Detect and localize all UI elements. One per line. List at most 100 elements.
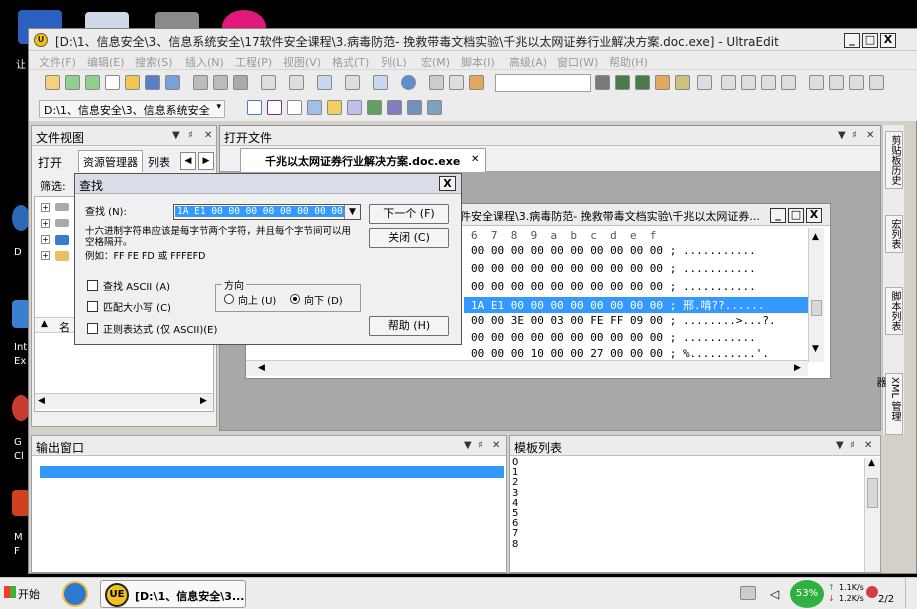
tab-xml-manager[interactable]: XML 管理器 (874, 373, 903, 435)
scroll-down-icon[interactable]: ▼ (812, 344, 819, 354)
menu-insert[interactable]: 插入(N) (185, 54, 224, 70)
pin-icon[interactable]: ♯ (188, 130, 193, 141)
pin-dropdown-icon[interactable]: ▼ (836, 440, 844, 451)
match-case-checkbox[interactable] (87, 301, 98, 312)
scroll-thumb[interactable] (867, 478, 878, 508)
align-left-icon[interactable] (741, 75, 756, 90)
close-icon[interactable]: ✕ (204, 130, 212, 141)
hex-row[interactable]: 00 00 00 00 00 00 00 00 00 00 ; ........… (471, 280, 756, 293)
help-icon[interactable] (327, 100, 342, 115)
java-icon[interactable] (407, 100, 422, 115)
list-item[interactable]: 6 (512, 519, 860, 529)
close-button[interactable]: X (439, 176, 456, 191)
close-icon[interactable]: ✕ (866, 130, 874, 141)
hex-row-selected[interactable]: 1A E1 00 00 00 00 00 00 00 00 ; 邢.啃??...… (464, 297, 808, 313)
list-item[interactable]: 4 (512, 498, 860, 509)
tree-expand-icon[interactable]: + (41, 203, 50, 212)
copy-icon[interactable] (449, 75, 464, 90)
title-bar[interactable]: U [D:\1、信息安全\3、信息系统安全\17软件安全课程\3.病毒防范- 挽… (29, 29, 917, 51)
maximize-button[interactable]: □ (788, 208, 804, 223)
cut-icon[interactable] (429, 75, 444, 90)
tab-clipboard-history[interactable]: 剪贴板历史 (885, 131, 903, 189)
document-icon[interactable] (373, 75, 388, 90)
pin-dropdown-icon[interactable]: ▼ (838, 130, 846, 141)
list-item[interactable]: 5 (512, 508, 860, 519)
pin-icon[interactable]: ♯ (850, 440, 855, 451)
print-preview-icon[interactable] (213, 75, 228, 90)
new-file-icon[interactable] (45, 75, 60, 90)
split-v-icon[interactable] (849, 75, 864, 90)
open-folder-icon[interactable] (125, 75, 140, 90)
scroll-right-icon[interactable]: ▶ (200, 396, 207, 406)
list-item[interactable]: 8 (512, 539, 860, 550)
pin-dropdown-icon[interactable]: ▼ (464, 440, 472, 451)
align-center-icon[interactable] (761, 75, 776, 90)
find-next-button[interactable]: 下一个 (F) (369, 204, 449, 224)
pin-icon[interactable]: ♯ (478, 440, 483, 451)
close-tab-icon[interactable]: ✕ (471, 154, 479, 165)
tag-icon[interactable] (345, 75, 360, 90)
menu-advanced[interactable]: 高级(A) (509, 54, 547, 70)
menu-edit[interactable]: 编辑(E) (87, 54, 125, 70)
vertical-scrollbar[interactable]: ▲ (864, 458, 880, 572)
forward-icon[interactable] (85, 75, 100, 90)
tree-expand-icon[interactable]: + (41, 219, 50, 228)
help-button[interactable]: 帮助 (H) (369, 316, 449, 336)
vertical-scrollbar[interactable]: ▲ ▼ (808, 228, 824, 362)
menu-search[interactable]: 搜索(S) (135, 54, 173, 70)
tab-script-list[interactable]: 脚本列表 (885, 287, 903, 335)
php-icon[interactable] (347, 100, 362, 115)
ie-taskbar-icon[interactable] (62, 581, 88, 607)
volume-icon[interactable]: ◁ (770, 587, 779, 601)
hex-row[interactable]: 00 00 3E 00 03 00 FE FF 09 00 ; ........… (471, 314, 776, 327)
scroll-up-icon[interactable]: ▲ (812, 232, 819, 242)
tab-open[interactable]: 打开 (38, 154, 62, 171)
replace-icon[interactable] (655, 75, 670, 90)
menu-view[interactable]: 视图(V) (283, 54, 321, 70)
close-button[interactable]: X (806, 208, 822, 223)
list-item[interactable]: 1 (512, 467, 860, 478)
tree-expand-icon[interactable]: + (41, 251, 50, 260)
msdn-icon[interactable] (307, 100, 322, 115)
app-icon[interactable]: U (34, 33, 48, 47)
pin-icon[interactable]: ♯ (852, 130, 857, 141)
file-tab[interactable]: 千兆以太网证券行业解决方案.doc.exe ✕ (240, 148, 486, 172)
back-icon[interactable] (65, 75, 80, 90)
wordwrap-icon[interactable] (261, 75, 276, 90)
pin-dropdown-icon[interactable]: ▼ (172, 130, 180, 141)
scroll-up-icon[interactable]: ▲ (868, 458, 875, 468)
menu-column[interactable]: 列(L) (381, 54, 407, 70)
output-selected-line[interactable] (40, 466, 504, 478)
task-button[interactable]: UE [D:\1、信息安全\3... (100, 580, 246, 608)
justify-icon[interactable] (809, 75, 824, 90)
menu-format[interactable]: 格式(T) (332, 54, 369, 70)
columns-icon[interactable] (289, 75, 304, 90)
menu-file[interactable]: 文件(F) (39, 54, 76, 70)
paste-icon[interactable] (469, 75, 484, 90)
find-next-icon[interactable] (615, 75, 630, 90)
ascii-checkbox[interactable] (87, 280, 98, 291)
search-combo[interactable] (495, 74, 591, 92)
scroll-left-icon[interactable]: ◀ (38, 396, 45, 406)
close-button[interactable]: X (880, 33, 896, 48)
sql-icon[interactable] (387, 100, 402, 115)
show-desktop-button[interactable] (905, 578, 917, 608)
menu-macro[interactable]: 宏(M) (421, 54, 450, 70)
tab-explorer[interactable]: 资源管理器 (78, 150, 143, 172)
list-item[interactable]: 0 (512, 457, 860, 468)
scroll-right-icon[interactable]: ▶ (794, 363, 801, 373)
direction-up-radio[interactable] (224, 294, 234, 304)
menu-help[interactable]: 帮助(H) (609, 54, 648, 70)
save-icon[interactable] (145, 75, 160, 90)
find-icon[interactable] (595, 75, 610, 90)
maximize-button[interactable]: □ (862, 33, 878, 48)
path-dropdown[interactable]: D:\1、信息安全\3、信息系统安全 ▾ (39, 100, 225, 118)
horizontal-scrollbar[interactable]: ◀ ▶ (246, 360, 808, 376)
google-icon[interactable] (247, 100, 262, 115)
perl-icon[interactable] (367, 100, 382, 115)
list-item[interactable]: 2 (512, 478, 860, 488)
menu-script[interactable]: 脚本(I) (461, 54, 495, 70)
keyboard-icon[interactable] (740, 586, 756, 600)
yahoo-icon[interactable] (267, 100, 282, 115)
indent-icon[interactable] (721, 75, 736, 90)
